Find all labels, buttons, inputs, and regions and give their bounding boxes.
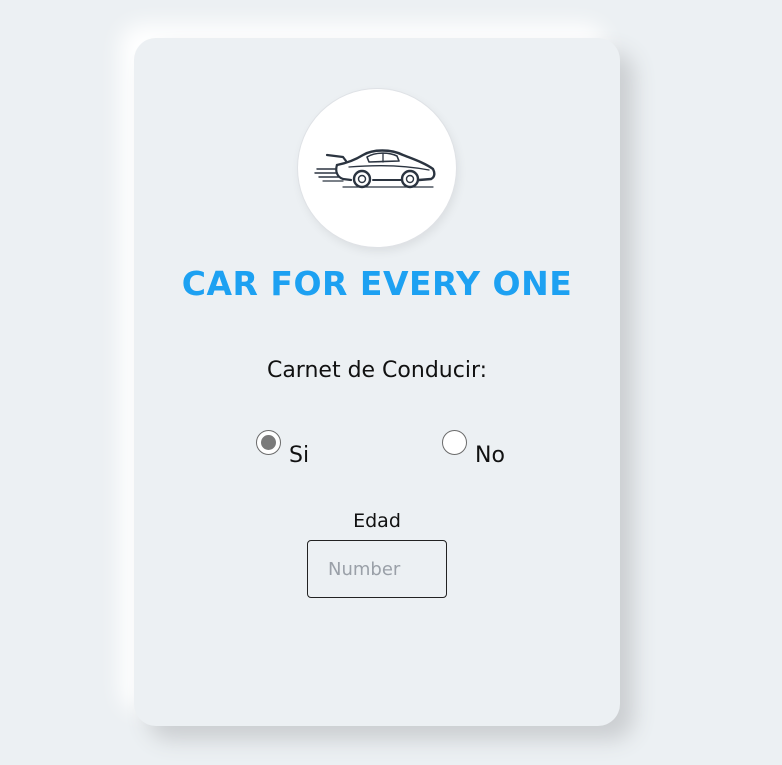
age-input[interactable] [307, 540, 447, 598]
radio-selected-dot [261, 435, 276, 450]
age-label: Edad [353, 510, 401, 532]
radio-si-label: Si [289, 443, 310, 468]
radio-no[interactable] [442, 430, 467, 455]
logo-badge [298, 89, 456, 247]
login-card: CAR FOR EVERY ONE Carnet de Conducir: Si… [134, 38, 620, 726]
sports-car-icon [314, 149, 436, 189]
license-option-no[interactable]: No [442, 430, 505, 467]
radio-si[interactable] [256, 430, 281, 455]
app-title: CAR FOR EVERY ONE [181, 264, 573, 303]
license-question-label: Carnet de Conducir: [266, 358, 488, 383]
license-option-si[interactable]: Si [256, 430, 309, 467]
radio-no-label: No [475, 443, 505, 468]
